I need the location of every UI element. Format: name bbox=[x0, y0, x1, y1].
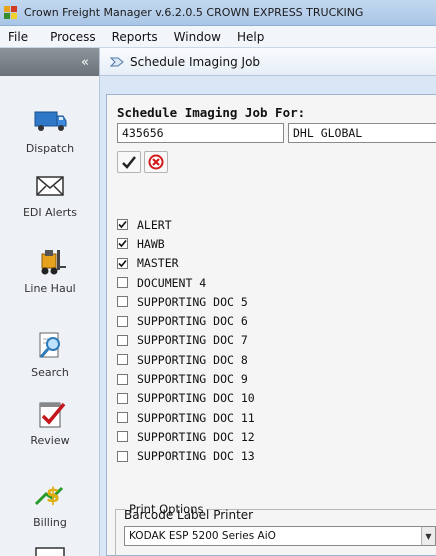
document-list: ALERT HAWB MASTER DOCUMENT 4 SUPPORTING DOC … bbox=[117, 215, 427, 466]
customer-field[interactable]: DHL GLOBAL bbox=[288, 123, 436, 143]
document-label: HAWB bbox=[137, 236, 165, 251]
document-label: ALERT bbox=[137, 217, 172, 232]
check-mark-icon bbox=[118, 240, 127, 248]
document-label: SUPPORTING DOC 7 bbox=[137, 333, 248, 348]
form-heading: Schedule Imaging Job For: bbox=[117, 105, 306, 120]
document-label: SUPPORTING DOC 6 bbox=[137, 314, 248, 329]
document-label: SUPPORTING DOC 8 bbox=[137, 352, 248, 367]
document-row[interactable]: SUPPORTING DOC 12 bbox=[117, 427, 427, 446]
printer-select-value: KODAK ESP 5200 Series AiO bbox=[129, 530, 276, 542]
document-row[interactable]: SUPPORTING DOC 7 bbox=[117, 331, 427, 350]
menu-file[interactable]: File bbox=[0, 30, 36, 44]
printer-select[interactable]: KODAK ESP 5200 Series AiO ▼ bbox=[124, 526, 436, 546]
checkmark-icon bbox=[122, 156, 136, 169]
menu-bar: File Process Reports Window Help bbox=[0, 26, 436, 48]
document-label: SUPPORTING DOC 9 bbox=[137, 372, 248, 387]
printer-label: Barcode Label Printer bbox=[124, 508, 254, 522]
forklift-icon bbox=[41, 250, 66, 275]
sidebar-item-label: Line Haul bbox=[24, 282, 76, 295]
document-label: SUPPORTING DOC 11 bbox=[137, 410, 255, 425]
tab-strip: Schedule Imaging Job bbox=[100, 48, 436, 76]
check-mark-icon bbox=[118, 259, 127, 267]
document-label: SUPPORTING DOC 12 bbox=[137, 429, 255, 444]
job-number-field[interactable]: 435656 bbox=[117, 123, 284, 143]
document-checkbox[interactable] bbox=[117, 238, 128, 250]
title-bar: Crown Freight Manager v.6.2.0.5 CROWN EX… bbox=[0, 0, 436, 26]
sidebar-item-edi-alerts[interactable]: EDI Alerts bbox=[0, 170, 100, 219]
document-checkbox[interactable] bbox=[117, 354, 128, 366]
document-label: SUPPORTING DOC 10 bbox=[137, 391, 255, 406]
chevron-down-icon[interactable]: ▼ bbox=[421, 527, 435, 545]
document-row[interactable]: SUPPORTING DOC 8 bbox=[117, 350, 427, 369]
document-checkbox[interactable] bbox=[117, 315, 128, 327]
sidebar-item-line-haul[interactable]: Line Haul bbox=[0, 246, 100, 295]
document-label: DOCUMENT 4 bbox=[137, 275, 207, 290]
sidebar-item-label: Billing bbox=[33, 516, 67, 529]
document-checkbox[interactable] bbox=[117, 257, 128, 269]
menu-window[interactable]: Window bbox=[166, 30, 229, 44]
document-row[interactable]: MASTER bbox=[117, 254, 427, 273]
document-checkbox[interactable] bbox=[117, 431, 128, 443]
document-checkbox[interactable] bbox=[117, 373, 128, 385]
document-row[interactable]: DOCUMENT 4 bbox=[117, 273, 427, 292]
document-checkbox[interactable] bbox=[117, 412, 128, 424]
menu-help[interactable]: Help bbox=[229, 30, 272, 44]
sidebar-item-label: Dispatch bbox=[25, 142, 75, 155]
document-checkbox[interactable] bbox=[117, 277, 128, 289]
sidebar: « Dispatch EDI Alerts Line Haul Search R… bbox=[0, 48, 100, 556]
sidebar-item-review[interactable]: Review bbox=[0, 398, 100, 447]
sidebar-item-label: Review bbox=[30, 434, 70, 447]
cancel-button[interactable] bbox=[144, 151, 168, 173]
magnifier-document-icon bbox=[39, 332, 60, 358]
sidebar-item-label: Search bbox=[31, 366, 69, 379]
sidebar-item-search[interactable]: Search bbox=[0, 330, 100, 379]
document-label: MASTER bbox=[137, 256, 179, 271]
app-logo-icon bbox=[4, 5, 18, 20]
sidebar-item-dispatch[interactable]: Dispatch bbox=[0, 106, 100, 155]
document-checkbox[interactable] bbox=[117, 392, 128, 404]
document-row[interactable]: SUPPORTING DOC 9 bbox=[117, 369, 427, 388]
check-mark-icon bbox=[118, 221, 127, 229]
menu-process[interactable]: Process bbox=[42, 30, 104, 44]
checkmark-document-icon bbox=[39, 402, 66, 428]
partial-sidebar-icon bbox=[35, 547, 65, 556]
confirm-button[interactable] bbox=[117, 151, 141, 173]
document-row[interactable]: SUPPORTING DOC 6 bbox=[117, 311, 427, 330]
document-checkbox[interactable] bbox=[117, 450, 128, 462]
svg-text:$: $ bbox=[46, 483, 60, 507]
document-checkbox[interactable] bbox=[117, 334, 128, 346]
schedule-imaging-panel: Schedule Imaging Job For: 435656 DHL GLO… bbox=[106, 94, 436, 556]
document-row[interactable]: SUPPORTING DOC 10 bbox=[117, 389, 427, 408]
document-checkbox[interactable] bbox=[117, 296, 128, 308]
cancel-icon bbox=[148, 154, 164, 170]
envelope-icon bbox=[36, 176, 64, 196]
document-row[interactable]: HAWB bbox=[117, 234, 427, 253]
window-title: Crown Freight Manager v.6.2.0.5 CROWN EX… bbox=[24, 6, 364, 19]
document-row[interactable]: ALERT bbox=[117, 215, 427, 234]
tab-schedule-imaging-job[interactable]: Schedule Imaging Job bbox=[130, 55, 260, 69]
truck-icon bbox=[34, 111, 67, 131]
sidebar-header: « bbox=[0, 48, 99, 76]
document-label: SUPPORTING DOC 5 bbox=[137, 294, 248, 309]
dollar-icon: $ bbox=[34, 483, 64, 507]
sidebar-item-billing[interactable]: $ Billing bbox=[0, 480, 100, 529]
sidebar-item-label: EDI Alerts bbox=[22, 206, 78, 219]
content-area: Schedule Imaging Job For: 435656 DHL GLO… bbox=[100, 76, 436, 556]
document-row[interactable]: SUPPORTING DOC 11 bbox=[117, 408, 427, 427]
menu-reports[interactable]: Reports bbox=[104, 30, 166, 44]
collapse-icon[interactable]: « bbox=[81, 55, 89, 70]
document-label: SUPPORTING DOC 13 bbox=[137, 449, 255, 464]
document-checkbox[interactable] bbox=[117, 219, 128, 231]
arrow-tab-icon bbox=[110, 57, 124, 66]
document-row[interactable]: SUPPORTING DOC 13 bbox=[117, 447, 427, 466]
document-row[interactable]: SUPPORTING DOC 5 bbox=[117, 292, 427, 311]
